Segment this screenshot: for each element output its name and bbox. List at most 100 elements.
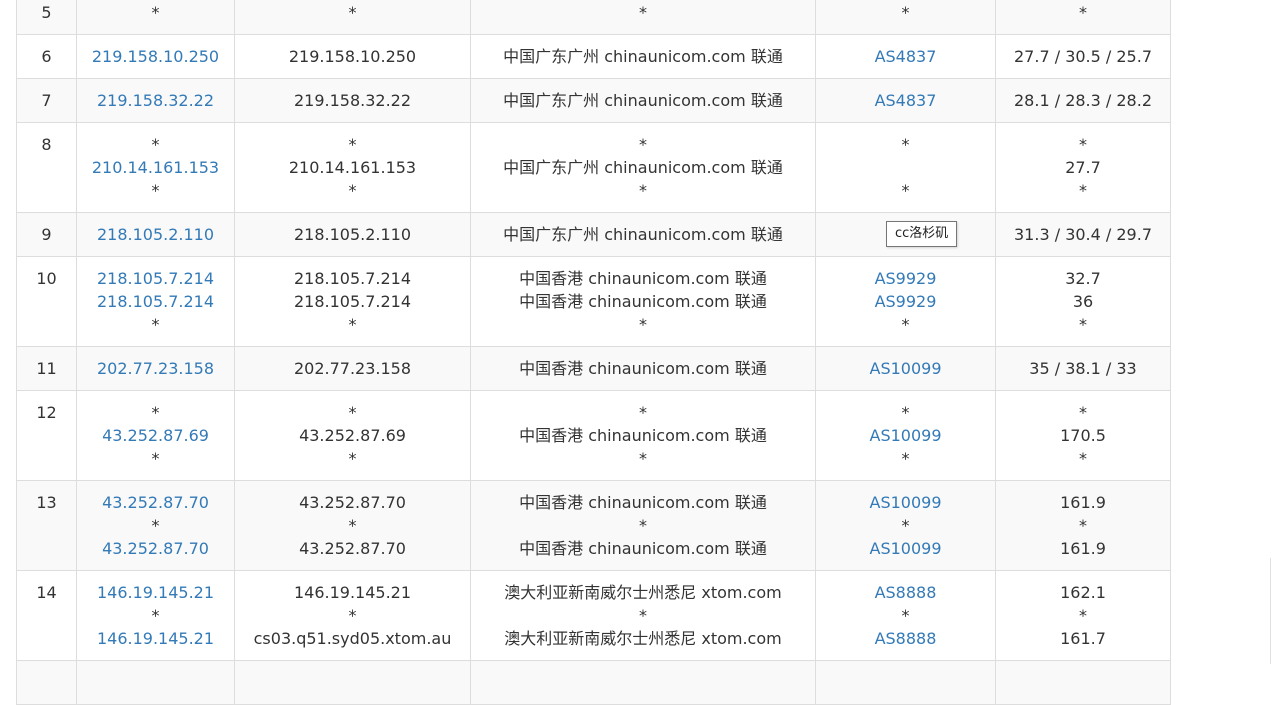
- asn-text: *: [901, 449, 910, 468]
- asn-text: [816, 671, 995, 694]
- location-text: 中国香港 chinaunicom.com 联通: [519, 539, 767, 558]
- hostname-text: 43.252.87.70: [299, 493, 406, 512]
- ip-link[interactable]: 219.158.10.250: [77, 45, 234, 68]
- asn-cell: AS4837: [815, 78, 996, 123]
- location-tooltip: cc洛杉矶: [886, 221, 958, 247]
- asn-cell: [815, 660, 996, 705]
- asn-link[interactable]: AS10099: [816, 491, 995, 514]
- latency-text: 28.1 / 28.3 / 28.2: [1014, 91, 1152, 110]
- table-row: 12 * 43.252.87.69 * * 43.252.87.69 * * 中国香港 chin…: [16, 390, 1171, 481]
- asn-link[interactable]: AS10099: [816, 537, 995, 560]
- latency-text: 161.9: [1060, 493, 1106, 512]
- hostname-text: *: [348, 181, 357, 200]
- latency-cell: *: [995, 0, 1171, 35]
- hostname-text: 219.158.10.250: [288, 47, 417, 66]
- location-cell: 澳大利亚新南威尔士州悉尼 xtom.com * 澳大利亚新南威尔士州悉尼 xtom.…: [470, 570, 816, 661]
- asn-link[interactable]: AS9929: [816, 290, 995, 313]
- asn-cell: * *: [815, 122, 996, 213]
- latency-text: 27.7: [1065, 158, 1101, 177]
- asn-link[interactable]: AS4837: [816, 45, 995, 68]
- hostname-text: 202.77.23.158: [293, 359, 412, 378]
- ip-text: *: [151, 181, 160, 200]
- latency-cell: * 27.7 *: [995, 122, 1171, 213]
- ip-text: *: [151, 3, 160, 22]
- location-cell: [470, 660, 816, 705]
- ip-cell: 219.158.10.250: [76, 34, 235, 79]
- ip-link[interactable]: 43.252.87.69: [77, 424, 234, 447]
- hostname-text: *: [348, 3, 357, 22]
- table-row: 13 43.252.87.70 * 43.252.87.70 43.252.87.70 *…: [16, 480, 1171, 571]
- hop-number: 6: [41, 47, 52, 66]
- asn-cell: AS10099: [815, 346, 996, 391]
- location-text: *: [639, 315, 647, 334]
- latency-text: *: [1079, 403, 1087, 422]
- asn-cell: * AS10099 *: [815, 390, 996, 481]
- table-row: 10 218.105.7.214 218.105.7.214 * 218.105.7.2…: [16, 256, 1171, 347]
- location-text: 中国香港 chinaunicom.com 联通: [519, 426, 767, 445]
- hostname-cell: * 210.14.161.153 *: [234, 122, 471, 213]
- ip-text: *: [151, 449, 160, 468]
- ip-text: *: [151, 315, 160, 334]
- ip-link[interactable]: 43.252.87.70: [77, 537, 234, 560]
- ip-text: *: [151, 516, 160, 535]
- latency-text: 31.3 / 30.4 / 29.7: [1014, 225, 1152, 244]
- location-cell: 中国广东广州 chinaunicom.com 联通: [470, 34, 816, 79]
- hostname-cell: *: [234, 0, 471, 35]
- location-text: *: [639, 606, 647, 625]
- location-text: *: [639, 3, 647, 22]
- ip-text: [77, 671, 234, 694]
- hop-number-cell: 11: [16, 346, 77, 391]
- asn-cell: AS8888 * AS8888: [815, 570, 996, 661]
- page-scrollbar-edge[interactable]: [1270, 558, 1280, 664]
- ip-text: *: [151, 606, 160, 625]
- hop-number: 14: [36, 583, 57, 602]
- ip-cell: 146.19.145.21 * 146.19.145.21: [76, 570, 235, 661]
- latency-text: 161.9: [1060, 539, 1106, 558]
- location-text: 中国香港 chinaunicom.com 联通: [519, 269, 767, 288]
- asn-cell: AS10099 * AS10099: [815, 480, 996, 571]
- asn-text: *: [901, 606, 910, 625]
- location-text: 中国广东广州 chinaunicom.com 联通: [503, 91, 783, 110]
- hostname-cell: 219.158.32.22: [234, 78, 471, 123]
- ip-cell: *: [76, 0, 235, 35]
- latency-text: *: [1079, 181, 1087, 200]
- ip-link[interactable]: 43.252.87.70: [77, 491, 234, 514]
- latency-text: 35 / 38.1 / 33: [1029, 359, 1137, 378]
- table-row: 6 219.158.10.250 219.158.10.250 中国广东广州 chin…: [16, 34, 1171, 79]
- hostname-text: *: [348, 449, 357, 468]
- latency-cell: 27.7 / 30.5 / 25.7: [995, 34, 1171, 79]
- ip-link[interactable]: 146.19.145.21: [77, 581, 234, 604]
- hop-number-cell: 6: [16, 34, 77, 79]
- asn-link[interactable]: AS8888: [816, 627, 995, 650]
- ip-link[interactable]: 218.105.2.110: [77, 223, 234, 246]
- location-text: 中国香港 chinaunicom.com 联通: [519, 359, 767, 378]
- ip-link[interactable]: 146.19.145.21: [77, 627, 234, 650]
- ip-link[interactable]: 202.77.23.158: [77, 357, 234, 380]
- hop-number-cell: 13: [16, 480, 77, 571]
- hop-number: [17, 671, 76, 694]
- ip-text: *: [151, 403, 160, 422]
- hop-number: 8: [41, 135, 52, 154]
- hop-number-cell: [16, 660, 77, 705]
- hostname-cell: * 43.252.87.69 *: [234, 390, 471, 481]
- table-row: 5 * * * * *: [16, 0, 1171, 35]
- hostname-cell: [234, 660, 471, 705]
- ip-link[interactable]: 218.105.7.214: [77, 267, 234, 290]
- location-cell: 中国香港 chinaunicom.com 联通 中国香港 chinaunicom.…: [470, 256, 816, 347]
- asn-link[interactable]: AS8888: [816, 581, 995, 604]
- hop-number-cell: 9: [16, 212, 77, 257]
- asn-link[interactable]: AS10099: [816, 357, 995, 380]
- ip-cell: * 43.252.87.69 *: [76, 390, 235, 481]
- ip-cell: 219.158.32.22: [76, 78, 235, 123]
- latency-text: 32.7: [1065, 269, 1101, 288]
- ip-link[interactable]: 210.14.161.153: [77, 156, 234, 179]
- asn-link[interactable]: AS4837: [816, 89, 995, 112]
- ip-link[interactable]: 218.105.7.214: [77, 290, 234, 313]
- hostname-text: cs03.q51.syd05.xtom.au: [253, 629, 452, 648]
- ip-link[interactable]: 219.158.32.22: [77, 89, 234, 112]
- location-text: 中国广东广州 chinaunicom.com 联通: [503, 225, 783, 244]
- location-text: 澳大利亚新南威尔士州悉尼 xtom.com: [504, 629, 782, 648]
- location-text: 中国香港 chinaunicom.com 联通: [519, 493, 767, 512]
- asn-link[interactable]: AS9929: [816, 267, 995, 290]
- asn-link[interactable]: AS10099: [816, 424, 995, 447]
